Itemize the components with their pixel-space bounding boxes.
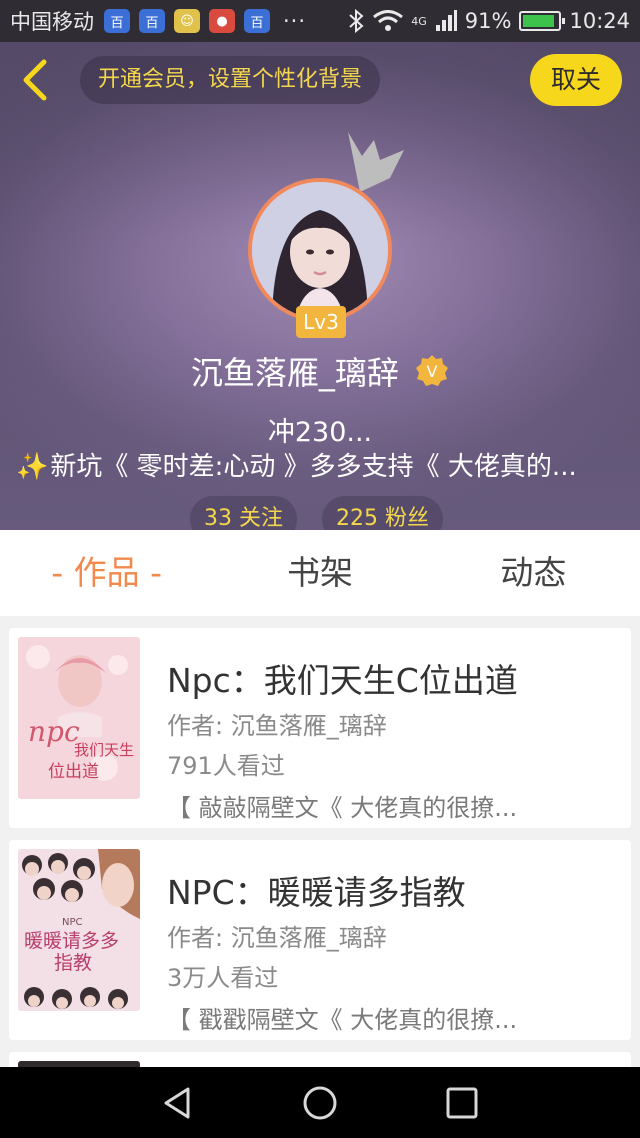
carrier-name: 中国移动 [10, 10, 94, 34]
profile-intro: ✨新坑《 零时差:心动 》多多支持《 大佬真的... [16, 446, 636, 483]
svg-text:npc: npc [28, 715, 80, 748]
signature-text: 冲230... [267, 417, 373, 448]
followers-count[interactable]: 225 粉丝 [322, 496, 443, 530]
network-type: 4G [411, 14, 427, 28]
clock: 10:24 [569, 9, 630, 33]
baidu-app-icon: 百 [104, 9, 130, 33]
profile-header: 开通会员，设置个性化背景 取关 Lv3 沉鱼落雁_璃辞 V 冲230... ✨新… [0, 42, 640, 530]
book-cover: NPC 暖暖请多多 指教 [18, 849, 140, 1011]
wifi-icon [373, 10, 404, 31]
avatar[interactable] [248, 178, 392, 322]
username: 沉鱼落雁_璃辞 [190, 354, 399, 392]
work-views: 3万人看过 [167, 964, 279, 992]
verified-badge-label: V [427, 362, 438, 381]
baidu-app-icon-3: 百 [244, 9, 270, 33]
map-app-icon: ● [209, 9, 235, 33]
notification-app-icon: ☺ [174, 9, 200, 33]
status-bar: 中国移动 百 百 ☺ ● 百 ··· 4G 91% 10:24 [0, 0, 640, 42]
work-author: 作者: 沉鱼落雁_璃辞 [167, 712, 387, 740]
battery-icon [519, 11, 566, 31]
tab-works[interactable]: - 作品 - [0, 530, 213, 616]
intro-text: 新坑《 零时差:心动 》多多支持《 大佬真的... [50, 452, 577, 482]
work-title: Npc：我们天生C位出道 [167, 661, 518, 700]
signal-icon [435, 10, 457, 31]
work-description: 【 戳戳隔壁文《 大佬真的很撩... [167, 1006, 518, 1034]
following-count[interactable]: 33 关注 [190, 496, 297, 530]
svg-text:位出道: 位出道 [48, 762, 99, 782]
battery-percent: 91% [464, 9, 512, 33]
svg-text:暖暖请多多: 暖暖请多多 [24, 930, 119, 952]
svg-text:我们天生: 我们天生 [74, 741, 134, 759]
book-cover: npc 我们天生 位出道 [18, 637, 140, 799]
work-card[interactable]: NPC 暖暖请多多 指教 NPC：暖暖请多指教 作者: 沉鱼落雁_璃辞 3万人看… [9, 840, 631, 1040]
nav-back-icon[interactable] [160, 1085, 196, 1121]
profile-tabs: - 作品 - 书架 动态 [0, 530, 640, 616]
avatar-image [252, 182, 388, 318]
book-cover-image: NPC 暖暖请多多 指教 [18, 849, 140, 1011]
svg-text:NPC: NPC [62, 917, 83, 928]
sparkle-icon: ✨ [16, 452, 49, 482]
work-author: 作者: 沉鱼落雁_璃辞 [167, 924, 387, 952]
battery-fill [523, 15, 555, 27]
tab-bookshelf[interactable]: 书架 [213, 530, 426, 616]
svg-text:指教: 指教 [54, 952, 92, 974]
nav-recents-icon[interactable] [444, 1085, 480, 1121]
back-arrow-icon[interactable] [18, 58, 52, 102]
level-badge: Lv3 [296, 306, 346, 338]
member-background-banner[interactable]: 开通会员，设置个性化背景 [80, 56, 381, 104]
baidu-app-icon-2: 百 [139, 9, 165, 33]
verified-badge-icon: V [416, 355, 449, 386]
username-row: 沉鱼落雁_璃辞 V [0, 348, 640, 394]
system-navigation-bar [0, 1067, 640, 1138]
unfollow-button[interactable]: 取关 [530, 54, 622, 106]
book-cover-image: npc 我们天生 位出道 [18, 637, 140, 799]
tab-activity[interactable]: 动态 [427, 530, 640, 616]
nav-home-icon[interactable] [302, 1085, 338, 1121]
work-description: 【 敲敲隔壁文《 大佬真的很撩... [167, 794, 518, 822]
more-notifications-icon: ··· [283, 9, 307, 33]
work-title: NPC：暖暖请多指教 [167, 873, 466, 912]
bluetooth-icon [349, 9, 364, 33]
work-card[interactable]: npc 我们天生 位出道 Npc：我们天生C位出道 作者: 沉鱼落雁_璃辞 79… [9, 628, 631, 828]
work-views: 791人看过 [167, 752, 285, 780]
